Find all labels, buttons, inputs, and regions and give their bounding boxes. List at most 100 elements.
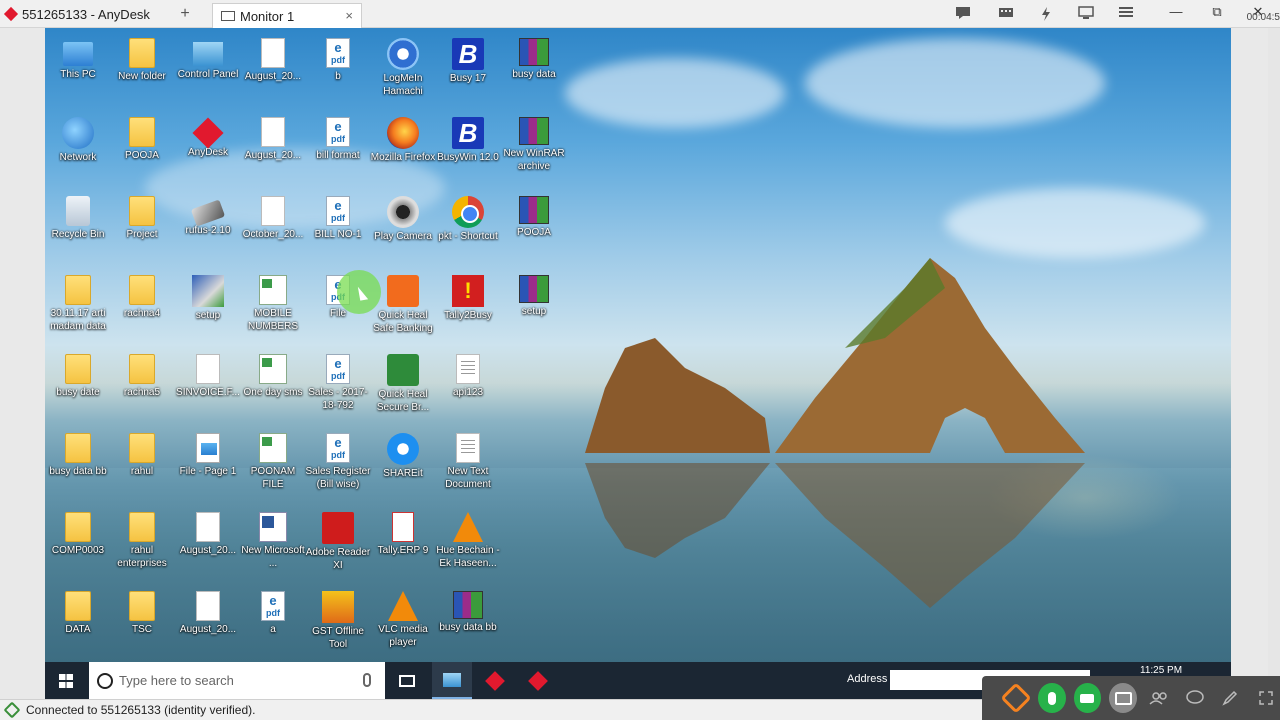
desktop-icon[interactable]: Control Panel (175, 34, 241, 108)
keyboard-icon[interactable] (996, 6, 1016, 22)
desktop-icon[interactable]: ! Tally2Busy (435, 271, 501, 345)
desktop-icon[interactable]: Quick Heal Safe Banking (370, 271, 436, 345)
desktop-icon[interactable]: e pdf a (240, 587, 306, 661)
desktop-icon[interactable]: August_20... (240, 113, 306, 187)
desktop-icon-label: File - Page 1 (179, 466, 237, 477)
pdf-icon: epdf (261, 591, 285, 621)
task-view-icon (399, 674, 415, 687)
desktop-icon[interactable]: busy date (45, 350, 111, 424)
desktop-icon[interactable]: August_20... (175, 508, 241, 582)
desktop-icon-label: New Microsoft ... (241, 545, 305, 569)
taskbar-search[interactable]: Type here to search (89, 662, 385, 699)
scrollbar[interactable] (1268, 28, 1280, 699)
desktop-icon[interactable]: setup (501, 271, 567, 345)
desktop-icon[interactable]: File - Page 1 (175, 429, 241, 503)
microphone-icon[interactable] (363, 673, 371, 687)
desktop-icon[interactable]: Project (109, 192, 175, 266)
desktop-icon[interactable]: rachna5 (109, 350, 175, 424)
new-tab-button[interactable]: + (176, 4, 194, 24)
desktop-icon[interactable]: busy data (501, 34, 567, 108)
desktop-icon[interactable]: POOJA (109, 113, 175, 187)
doc-icon (261, 117, 285, 147)
remote-desktop[interactable]: This PC New folder Control Panel August_20.… (45, 28, 1231, 662)
desktop-icon[interactable]: October_20... (240, 192, 306, 266)
app-tab[interactable]: 551265133 - AnyDesk (0, 0, 170, 28)
desktop-icon[interactable]: Play Camera (370, 192, 436, 266)
desktop-icon[interactable]: Quick Heal Secure Br... (370, 350, 436, 424)
desktop-icon[interactable]: e pdf bill format (305, 113, 371, 187)
comment-icon[interactable] (1181, 683, 1209, 713)
taskbar-explorer[interactable] (432, 662, 472, 699)
pen-icon[interactable] (1217, 683, 1245, 713)
acrobat-icon (322, 512, 354, 544)
desktop-icon[interactable]: rachna4 (109, 271, 175, 345)
desktop-icon[interactable]: MOBILE NUMBERS (240, 271, 306, 345)
desktop-icon[interactable]: VLC media player (370, 587, 436, 661)
desktop-icon[interactable]: Network (45, 113, 111, 187)
desktop-icon[interactable]: Tally.ERP 9 (370, 508, 436, 582)
taskbar-anydesk-2[interactable] (518, 662, 558, 699)
desktop-icon[interactable]: New Microsoft ... (240, 508, 306, 582)
desktop-icon[interactable]: api123 (435, 350, 501, 424)
close-tab-icon[interactable]: × (345, 8, 353, 23)
desktop-icon[interactable]: B BusyWin 12.0 (435, 113, 501, 187)
desktop-icon-label: New WinRAR archive (503, 148, 565, 172)
desktop-icon[interactable]: setup (175, 271, 241, 345)
video-icon[interactable] (1109, 683, 1137, 713)
desktop-icon[interactable]: Hue Bechain - Ek Haseen... (435, 508, 501, 582)
desktop-icon[interactable]: August_20... (175, 587, 241, 661)
fullscreen-icon[interactable] (1252, 683, 1280, 713)
desktop-icon[interactable]: e pdf Sales - 2017-18-792 (305, 350, 371, 424)
desktop-icon[interactable]: pkt - Shortcut (435, 192, 501, 266)
desktop-icon[interactable]: Adobe Reader XI (305, 508, 371, 582)
chat-bubble-icon[interactable] (1073, 683, 1102, 713)
desktop-icon[interactable]: New folder (109, 34, 175, 108)
desktop-icon[interactable]: POONAM FILE (240, 429, 306, 503)
desktop-icon[interactable]: AnyDesk (175, 113, 241, 187)
app-tab-label: 551265133 - AnyDesk (22, 6, 150, 22)
tab-monitor-1[interactable]: Monitor 1 × (212, 3, 362, 28)
desktop-icon[interactable]: SHAREit (370, 429, 436, 503)
action-icon[interactable] (1036, 6, 1056, 22)
users-icon[interactable] (1145, 683, 1173, 713)
desktop-icon[interactable]: Mozilla Firefox (370, 113, 436, 187)
microphone-icon[interactable] (1037, 683, 1066, 713)
desktop-icon[interactable]: TSC (109, 587, 175, 661)
desktop-icon[interactable]: POOJA (501, 192, 567, 266)
desktop-icon[interactable]: COMP0003 (45, 508, 111, 582)
pdf-icon: epdf (326, 433, 350, 463)
desktop-icon[interactable]: LogMeIn Hamachi (370, 34, 436, 108)
desktop-icon[interactable]: One day sms (240, 350, 306, 424)
desktop-icon[interactable]: e pdf Sales Register (Bill wise) (305, 429, 371, 503)
taskbar-clock[interactable]: 11:25 PM (1140, 665, 1182, 676)
menu-icon[interactable] (1116, 6, 1136, 22)
anydesk-icon[interactable] (1002, 683, 1030, 713)
desktop-icon[interactable]: rahul (109, 429, 175, 503)
desktop-icon[interactable]: This PC (45, 34, 111, 108)
minimize-button[interactable]: — (1166, 4, 1186, 19)
desktop-icon[interactable]: Recycle Bin (45, 192, 111, 266)
desktop-icon[interactable]: GST Offline Tool (305, 587, 371, 661)
desktop-icon[interactable]: New Text Document (435, 429, 501, 503)
desktop-icon[interactable]: e pdf BILL NO-1 (305, 192, 371, 266)
desktop-icon[interactable]: DATA (45, 587, 111, 661)
task-view-button[interactable] (387, 662, 427, 699)
folder-icon (129, 38, 155, 68)
desktop-icon[interactable]: August_20... (240, 34, 306, 108)
taskbar-anydesk-1[interactable] (475, 662, 515, 699)
desktop-icon[interactable]: SINVOICE.F... (175, 350, 241, 424)
chat-icon[interactable] (954, 6, 972, 22)
rar-icon (453, 591, 483, 619)
restore-button[interactable]: ⧉ (1207, 4, 1227, 20)
desktop-icon[interactable]: e pdf b (305, 34, 371, 108)
desktop-icon[interactable]: rufus-2.10 (175, 192, 241, 266)
desktop-icon[interactable]: busy data bb (45, 429, 111, 503)
start-button[interactable] (45, 662, 87, 699)
desktop-icon[interactable]: B Busy 17 (435, 34, 501, 108)
desktop-icon[interactable]: rahul enterprises (109, 508, 175, 582)
desktop-icon[interactable]: busy data bb (435, 587, 501, 661)
desktop-icon[interactable]: New WinRAR archive (501, 113, 567, 187)
desktop-icon[interactable]: 30.11.17 arti madam data (45, 271, 111, 345)
desktop-icon-label: Play Camera (374, 231, 432, 242)
display-icon[interactable] (1076, 6, 1096, 22)
